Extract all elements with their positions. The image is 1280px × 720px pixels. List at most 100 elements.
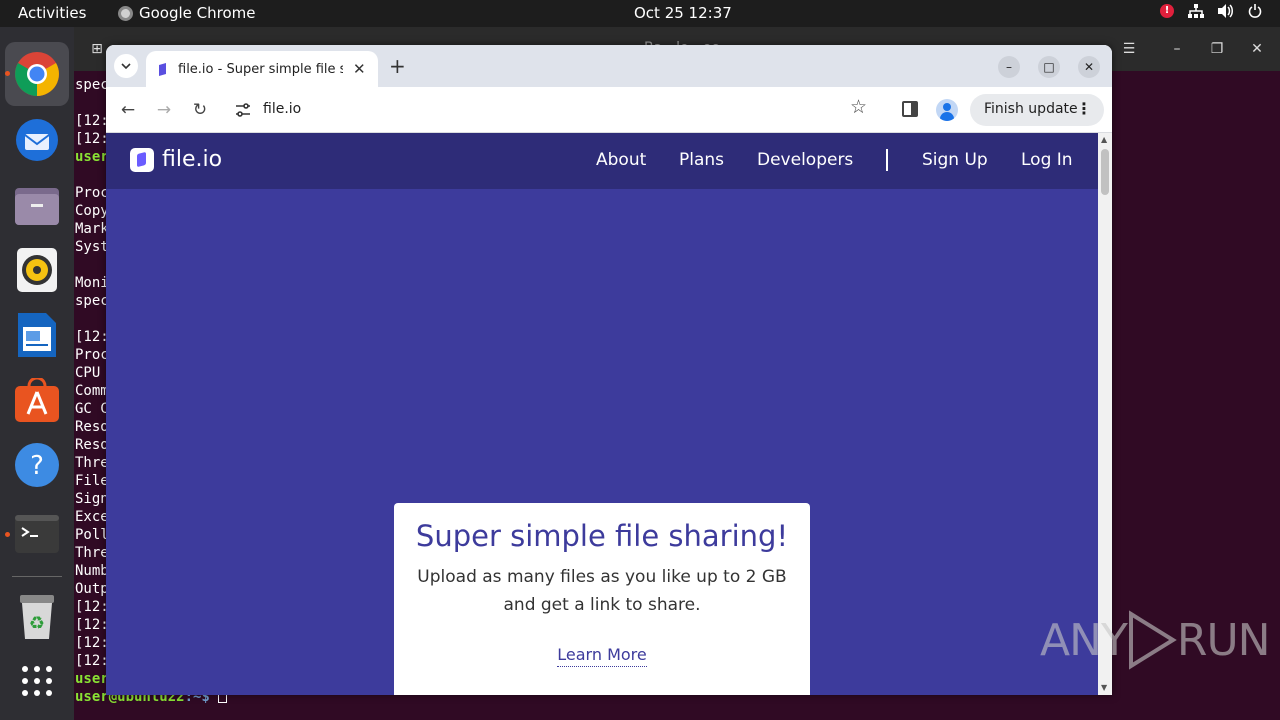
app-menu-label: Google Chrome	[139, 4, 256, 22]
menu-icon[interactable]: ☰	[1114, 37, 1144, 61]
hero-text: Upload as many files as you like up to 2…	[417, 567, 787, 615]
learn-more-label: Learn More	[557, 645, 647, 667]
dock-trash[interactable]: ♻	[5, 585, 69, 649]
terminal-line: Proc	[75, 347, 109, 363]
dock-terminal[interactable]	[5, 502, 69, 566]
forward-button[interactable]: →	[152, 98, 176, 122]
close-icon[interactable]: ✕	[1242, 37, 1272, 61]
tab-search-button[interactable]	[114, 54, 138, 78]
back-button[interactable]: ←	[116, 98, 140, 122]
tab-strip: file.io - Super simple file sharing ✕ + …	[106, 45, 1112, 87]
learn-more-link[interactable]: Learn More	[394, 645, 810, 667]
site-navbar: file.io About Plans Developers Sign Up L…	[106, 133, 1098, 189]
dock-rhythmbox[interactable]	[5, 238, 69, 302]
terminal-line: spec	[75, 77, 109, 93]
hero-title: Super simple file sharing!	[415, 519, 789, 553]
web-page: file.io About Plans Developers Sign Up L…	[106, 133, 1098, 695]
finish-update-button[interactable]: Finish update ⋮	[970, 94, 1104, 126]
terminal-line: Sign	[75, 491, 109, 507]
side-panel-icon[interactable]	[902, 101, 918, 117]
terminal-line: File	[75, 473, 109, 489]
close-tab-icon[interactable]: ✕	[353, 60, 366, 78]
terminal-line: Reso	[75, 419, 109, 435]
activities-button[interactable]: Activities	[18, 4, 86, 22]
app-grid-icon	[22, 666, 52, 696]
volume-icon	[1218, 4, 1233, 18]
dock: ? ♻	[0, 27, 74, 720]
scroll-up-icon[interactable]: ▲	[1101, 135, 1107, 144]
browser-toolbar: ← → ↻ file.io ☆ Finish update ⋮	[106, 87, 1112, 133]
profile-avatar-icon[interactable]	[936, 99, 958, 121]
maximize-icon[interactable]: ❐	[1202, 37, 1232, 61]
maximize-window-button[interactable]: □	[1038, 56, 1060, 78]
chrome-icon	[15, 52, 59, 96]
dock-writer[interactable]	[5, 303, 69, 367]
app-menu[interactable]: Google Chrome	[118, 4, 256, 22]
trash-icon: ♻	[20, 595, 54, 639]
scrollbar-thumb[interactable]	[1101, 149, 1109, 195]
terminal-line: Comm	[75, 383, 109, 399]
anyrun-watermark: ANY RUN	[1040, 610, 1271, 670]
hero-card: Super simple file sharing! Upload as man…	[394, 503, 810, 695]
dock-software[interactable]	[5, 368, 69, 432]
tab-fileio[interactable]: file.io - Super simple file sharing ✕	[146, 51, 378, 87]
terminal-line: user	[75, 149, 109, 165]
nav-divider	[886, 149, 888, 171]
terminal-line: [12:	[75, 113, 109, 129]
bookmark-star-icon[interactable]: ☆	[850, 96, 867, 118]
dock-separator	[12, 576, 62, 577]
files-icon	[15, 188, 59, 225]
terminal-line: spec	[75, 293, 109, 309]
help-icon: ?	[15, 443, 59, 487]
system-tray[interactable]: !	[1160, 4, 1262, 18]
svg-text:♻: ♻	[29, 613, 45, 634]
show-apps-button[interactable]	[5, 649, 69, 713]
terminal-line: [12:	[75, 131, 109, 147]
terminal-line: [12:	[75, 329, 109, 345]
tab-title: file.io - Super simple file sharing	[178, 62, 343, 77]
watermark-left: ANY	[1040, 614, 1128, 666]
nav-sign-up[interactable]: Sign Up	[922, 150, 988, 170]
fileio-logo-icon	[130, 147, 154, 172]
terminal-output: spec [12: [12: user Proc Copy Mark Syst Moni spec…	[75, 76, 109, 688]
terminal-line: [12:	[75, 635, 109, 651]
minimize-window-button[interactable]: –	[998, 56, 1020, 78]
new-tab-button[interactable]: +	[389, 54, 406, 78]
svg-text:?: ?	[30, 451, 44, 481]
logo-text: file.io	[162, 147, 223, 172]
fileio-logo[interactable]: file.io	[130, 147, 222, 172]
url-text: file.io	[263, 101, 302, 117]
address-bar[interactable]: file.io	[226, 93, 886, 127]
nav-log-in[interactable]: Log In	[1021, 150, 1073, 170]
terminal-line: Reso	[75, 437, 109, 453]
terminal-line: Moni	[75, 275, 109, 291]
terminal-line: Outp	[75, 581, 109, 597]
clock[interactable]: Oct 25 12:37	[634, 4, 732, 22]
dock-chrome[interactable]	[5, 42, 69, 106]
finish-update-label: Finish update	[984, 101, 1078, 117]
terminal-line: Numb	[75, 563, 109, 579]
chrome-window[interactable]: file.io - Super simple file sharing ✕ + …	[106, 45, 1112, 695]
dock-thunderbird[interactable]	[5, 108, 69, 172]
nav-about[interactable]: About	[596, 150, 646, 170]
terminal-line: Thre	[75, 455, 109, 471]
dock-files[interactable]	[5, 173, 69, 237]
terminal-line: user	[75, 671, 109, 687]
nav-plans[interactable]: Plans	[679, 150, 724, 170]
terminal-line: Proc	[75, 185, 109, 201]
terminal-line: [12:	[75, 653, 109, 669]
nav-developers[interactable]: Developers	[757, 150, 853, 170]
terminal-line: Syst	[75, 239, 109, 255]
rhythmbox-icon	[17, 248, 57, 292]
site-info-icon[interactable]	[234, 101, 252, 119]
close-window-button[interactable]: ✕	[1078, 56, 1100, 78]
dock-help[interactable]: ?	[5, 433, 69, 497]
power-icon	[1248, 4, 1262, 18]
scroll-down-icon[interactable]: ▼	[1101, 683, 1107, 692]
minimize-icon[interactable]: –	[1162, 37, 1192, 61]
watermark-right: RUN	[1176, 614, 1271, 666]
terminal-line: CPU	[75, 365, 101, 381]
reload-button[interactable]: ↻	[188, 98, 212, 122]
